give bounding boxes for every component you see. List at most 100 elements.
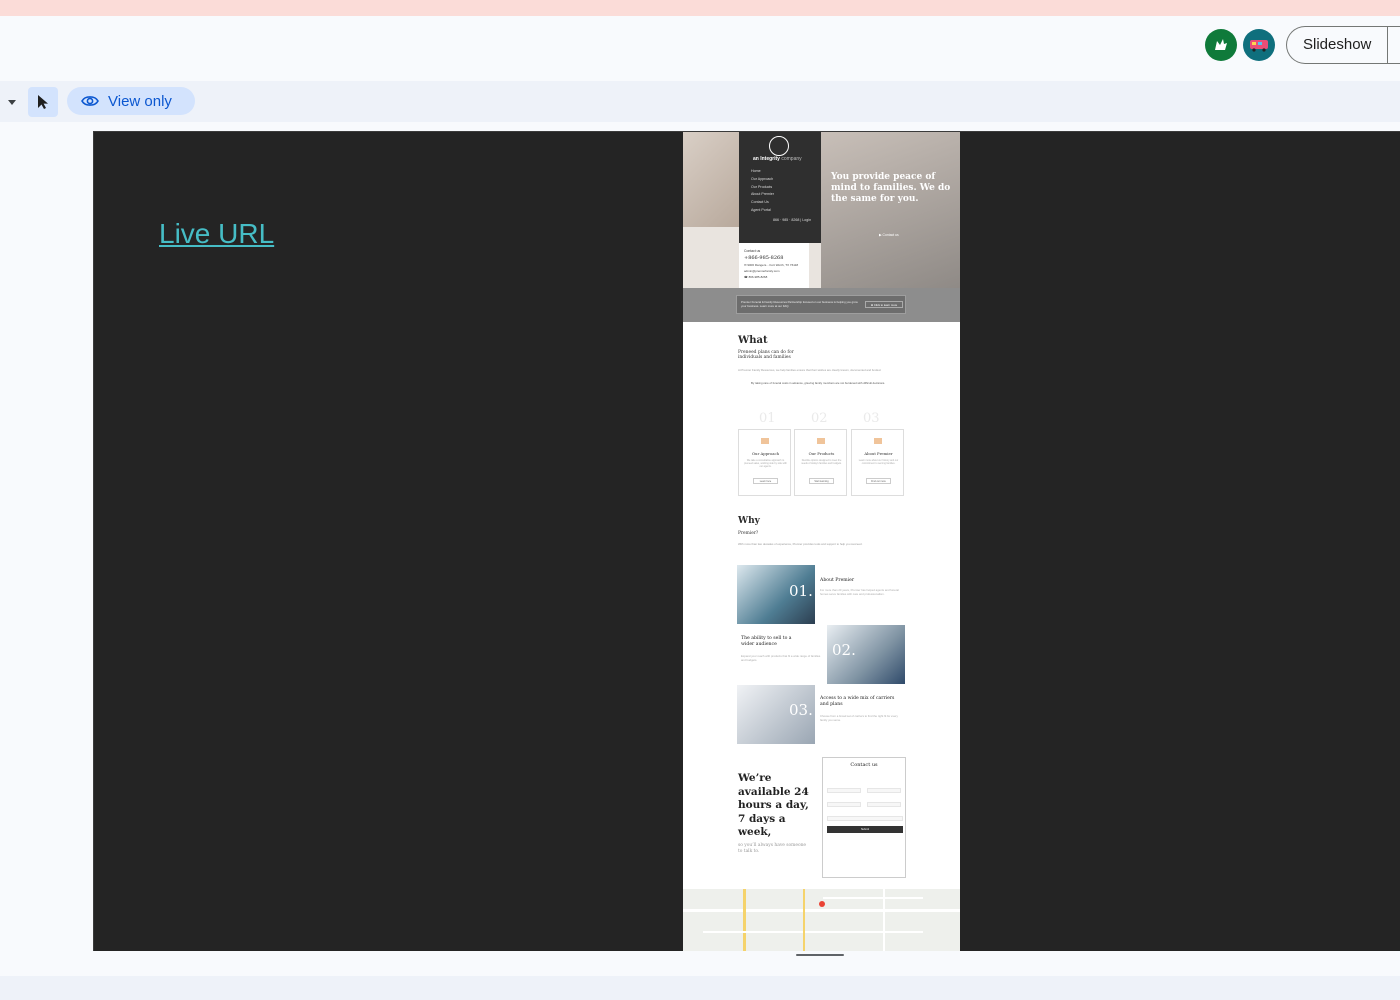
map-road	[883, 889, 885, 951]
chevron-down-icon[interactable]	[8, 100, 16, 105]
feature-number: 02.	[832, 641, 856, 659]
banner-button: ⊕ Click to learn more	[865, 301, 903, 308]
why-title: Why	[738, 516, 760, 526]
hero-contact-box: Contact us +866-985-8268 ✉ 9006 Rangers.…	[739, 243, 809, 288]
eye-icon	[81, 96, 99, 106]
card-our-products: Our Products Flexible options designed t…	[794, 429, 847, 496]
card-number: 02	[811, 411, 828, 426]
card-button: Start learning	[809, 478, 834, 484]
app-header	[0, 16, 1400, 81]
availability-title: We’re available 24 hours a day, 7 days a…	[738, 772, 809, 838]
form-field	[827, 788, 861, 793]
site-nav-item: Our Products	[751, 185, 773, 189]
view-only-mode-chip[interactable]: View only	[67, 87, 195, 115]
map-road	[703, 931, 923, 933]
feature-number: 03.	[789, 701, 813, 719]
feature-number: 01.	[789, 582, 813, 600]
hero-cta: ▶ Contact us	[879, 233, 899, 237]
site-nav-item: About Premier	[751, 192, 774, 196]
contact-form: Contact us Submit	[822, 757, 906, 878]
card-body: We take a consultative approach to prene…	[744, 459, 787, 469]
map-road	[823, 897, 923, 899]
what-subtitle: Preneed plans can do for individuals and…	[738, 350, 794, 361]
hero-title: You provide peace of mind to families. W…	[831, 172, 951, 204]
map-road	[683, 909, 960, 912]
feature-body: For more than 20 years, Premier has help…	[820, 588, 899, 596]
card-number: 01	[759, 411, 776, 426]
site-logo-icon	[769, 136, 789, 156]
site-nav-item: Contact Us	[751, 200, 769, 204]
form-title: Contact us	[850, 762, 878, 768]
feature-title: Access to a wide mix of carriers and pla…	[820, 696, 895, 707]
banner-section: Premier Funeral & Family Resources Partn…	[683, 288, 960, 322]
handshake-icon	[761, 438, 769, 444]
bottom-bar	[0, 976, 1400, 1000]
card-title: Our Approach	[751, 451, 780, 456]
form-field	[827, 816, 903, 821]
availability-subtitle: so you’ll always have someone to talk to…	[738, 843, 807, 854]
map-road	[743, 889, 746, 951]
form-field	[827, 802, 861, 807]
slide: Live URL an Integrity company Home Our A…	[93, 131, 1400, 951]
card-title: About Premier	[864, 451, 893, 456]
feature-title: The ability to sell to a wider audience	[741, 636, 792, 647]
feature-body: Choose from a broad set of carriers to f…	[820, 714, 898, 722]
box-icon	[817, 438, 825, 444]
site-brand: an Integrity company	[753, 156, 802, 162]
map-road	[803, 889, 805, 951]
view-only-label: View only	[108, 92, 172, 110]
hero-photo-right: You provide peace of mind to families. W…	[821, 132, 960, 288]
what-quote: By taking care of funeral costs in advan…	[751, 381, 886, 385]
slideshow-button[interactable]: Slideshow	[1286, 26, 1400, 64]
animal-icon	[1215, 39, 1227, 50]
card-number: 03	[863, 411, 880, 426]
what-title: What	[738, 335, 768, 346]
why-subtitle: Premier?	[738, 531, 759, 536]
feature-image-3: 03.	[737, 685, 815, 744]
feature-body: Expand your reach with products that fit…	[741, 654, 821, 662]
contact-line: ☎ 866-985-8268	[744, 275, 768, 279]
form-field	[867, 788, 901, 793]
avatar-user-2[interactable]	[1243, 29, 1275, 61]
avatar-user-1[interactable]	[1205, 29, 1237, 61]
contact-line: ✉ 9006 Rangers... Fort Worth, TX 76118	[744, 263, 799, 267]
feature-image-2: 02.	[827, 625, 905, 684]
contact-line: admin@premierfamily.com	[744, 269, 780, 273]
feature-image-1: 01.	[737, 565, 815, 624]
select-tool-button[interactable]	[28, 87, 58, 117]
site-nav-panel: an Integrity company Home Our Approach O…	[739, 132, 821, 243]
bus-icon	[1250, 40, 1268, 52]
building-icon	[874, 438, 882, 444]
cursor-icon	[38, 95, 48, 109]
site-nav-item: Agent Portal	[751, 208, 771, 212]
scroll-indicator[interactable]	[796, 954, 844, 956]
banner-box: Premier Funeral & Family Resources Partn…	[736, 295, 906, 314]
why-body: With more than two decades of experience…	[738, 542, 863, 546]
slideshow-split-divider	[1387, 26, 1388, 64]
card-button: Find out more	[866, 478, 891, 484]
card-title: Our Products	[808, 451, 835, 456]
top-banner-strip	[0, 0, 1400, 16]
form-field	[867, 802, 901, 807]
card-our-approach: Our Approach We take a consultative appr…	[738, 429, 791, 496]
toolbar	[0, 81, 1400, 122]
contact-label: Contact us	[744, 249, 761, 253]
feature-title: About Premier	[820, 578, 855, 583]
website-screenshot: an Integrity company Home Our Approach O…	[683, 132, 960, 951]
card-body: Flexible options designed to meet the ne…	[801, 459, 842, 466]
form-submit: Submit	[827, 826, 903, 833]
map-section	[683, 889, 960, 951]
banner-text: Premier Funeral & Family Resources Partn…	[741, 300, 858, 308]
live-url-link[interactable]: Live URL	[159, 218, 274, 250]
contact-phone: +866-985-8268	[744, 255, 784, 261]
site-nav-item: Our Approach	[751, 177, 774, 181]
card-body: Learn more about our history and our com…	[858, 459, 899, 466]
what-body: At Premier Family Resources, we help fam…	[738, 368, 882, 372]
map-pin-icon	[819, 901, 825, 907]
card-about-premier: About Premier Learn more about our histo…	[851, 429, 904, 496]
hero-photo-left	[683, 132, 739, 227]
card-button: Learn here	[753, 478, 778, 484]
hero-subtext-placeholder	[831, 212, 949, 226]
site-nav-item: Home	[751, 169, 761, 173]
site-nav-phone: 866 · 985 · 8268 | Login	[773, 218, 812, 222]
